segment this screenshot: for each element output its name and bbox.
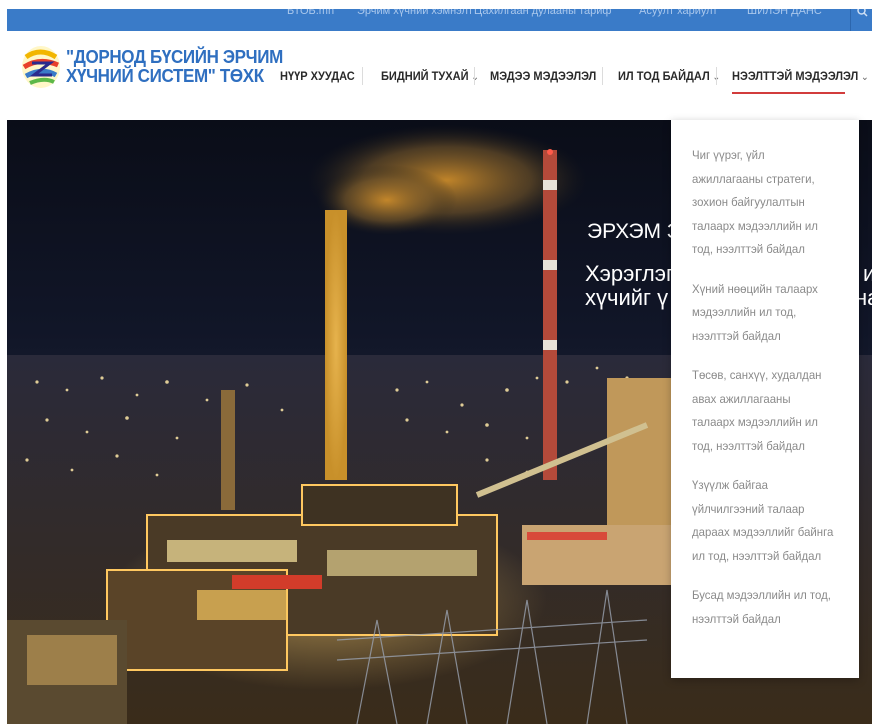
nav-divider [474, 67, 475, 85]
chevron-down-icon: ⌄ [471, 72, 480, 83]
topbar-link-tariff[interactable]: Цахилгаан дулааны тариф [474, 9, 611, 17]
hero-title: ЭРХЭМ З [587, 220, 680, 243]
nav-item-about[interactable]: БИДНИЙ ТУХАЙ ⌄ [381, 69, 479, 83]
open-information-dropdown: Чиг үүрэг, үйл ажиллагааны стратеги, зох… [671, 120, 859, 678]
hero-subtitle-tail-1: и [863, 261, 872, 286]
active-nav-underline [732, 92, 845, 94]
nav-item-label: ИЛ ТОД БАЙДАЛ [618, 69, 710, 83]
nav-item-label: НЭЭЛТТЭЙ МЭДЭЭЛЭЛ [732, 69, 859, 83]
dropdown-item-other[interactable]: Бусад мэдээллийн ил тод, нээлттэй байдал [692, 584, 835, 631]
chevron-down-icon: ⌄ [860, 72, 869, 83]
topbar-link-energy-saving[interactable]: Эрчим хүчний хэмнэлт [357, 9, 473, 17]
site-header: "ДОРНОД БҮСИЙН ЭРЧИМ ХҮЧНИЙ СИСТЕМ" ТӨХК… [0, 31, 872, 120]
topbar-link-btob[interactable]: БТОБ.mn [287, 9, 334, 17]
main-nav: НҮҮР ХУУДАС БИДНИЙ ТУХАЙ ⌄ МЭДЭЭ МЭДЭЭЛЭЛ… [0, 31, 872, 120]
topbar-link-faq[interactable]: Асуулт хариулт [639, 9, 718, 17]
nav-divider [602, 67, 603, 85]
hero-subtitle-tail: и на [855, 261, 872, 310]
nav-divider [362, 67, 363, 85]
nav-item-label: НҮҮР ХУУДАС [280, 69, 355, 83]
search-button[interactable] [850, 9, 872, 31]
dropdown-item-budget-finance[interactable]: Төсөв, санхүү, худалдан авах ажиллагааны… [692, 364, 835, 458]
dropdown-item-strategy[interactable]: Чиг үүрэг, үйл ажиллагааны стратеги, зох… [692, 144, 835, 262]
nav-item-news[interactable]: МЭДЭЭ МЭДЭЭЛЭЛ [490, 69, 596, 83]
dropdown-item-human-resources[interactable]: Хүний нөөцийн талаарх мэдээллийн ил тод,… [692, 278, 835, 349]
nav-item-transparency[interactable]: ИЛ ТОД БАЙДАЛ⌄ [618, 69, 720, 83]
top-utility-bar: БТОБ.mn Эрчим хүчний хэмнэлт Цахилгаан д… [7, 9, 872, 31]
nav-item-label: МЭДЭЭ МЭДЭЭЛЭЛ [490, 69, 597, 83]
nav-item-open-information[interactable]: НЭЭЛТТЭЙ МЭДЭЭЛЭЛ ⌄ [732, 69, 869, 83]
nav-item-label: БИДНИЙ ТУХАЙ [381, 69, 469, 83]
nav-divider [716, 67, 717, 85]
nav-item-home[interactable]: НҮҮР ХУУДАС [280, 69, 355, 83]
dropdown-item-services[interactable]: Үзүүлж байгаа үйлчилгээний талаар дараах… [692, 474, 835, 568]
topbar-link-glass-account[interactable]: ШИЛЭН ДАНС [747, 9, 822, 17]
search-icon [857, 9, 868, 17]
